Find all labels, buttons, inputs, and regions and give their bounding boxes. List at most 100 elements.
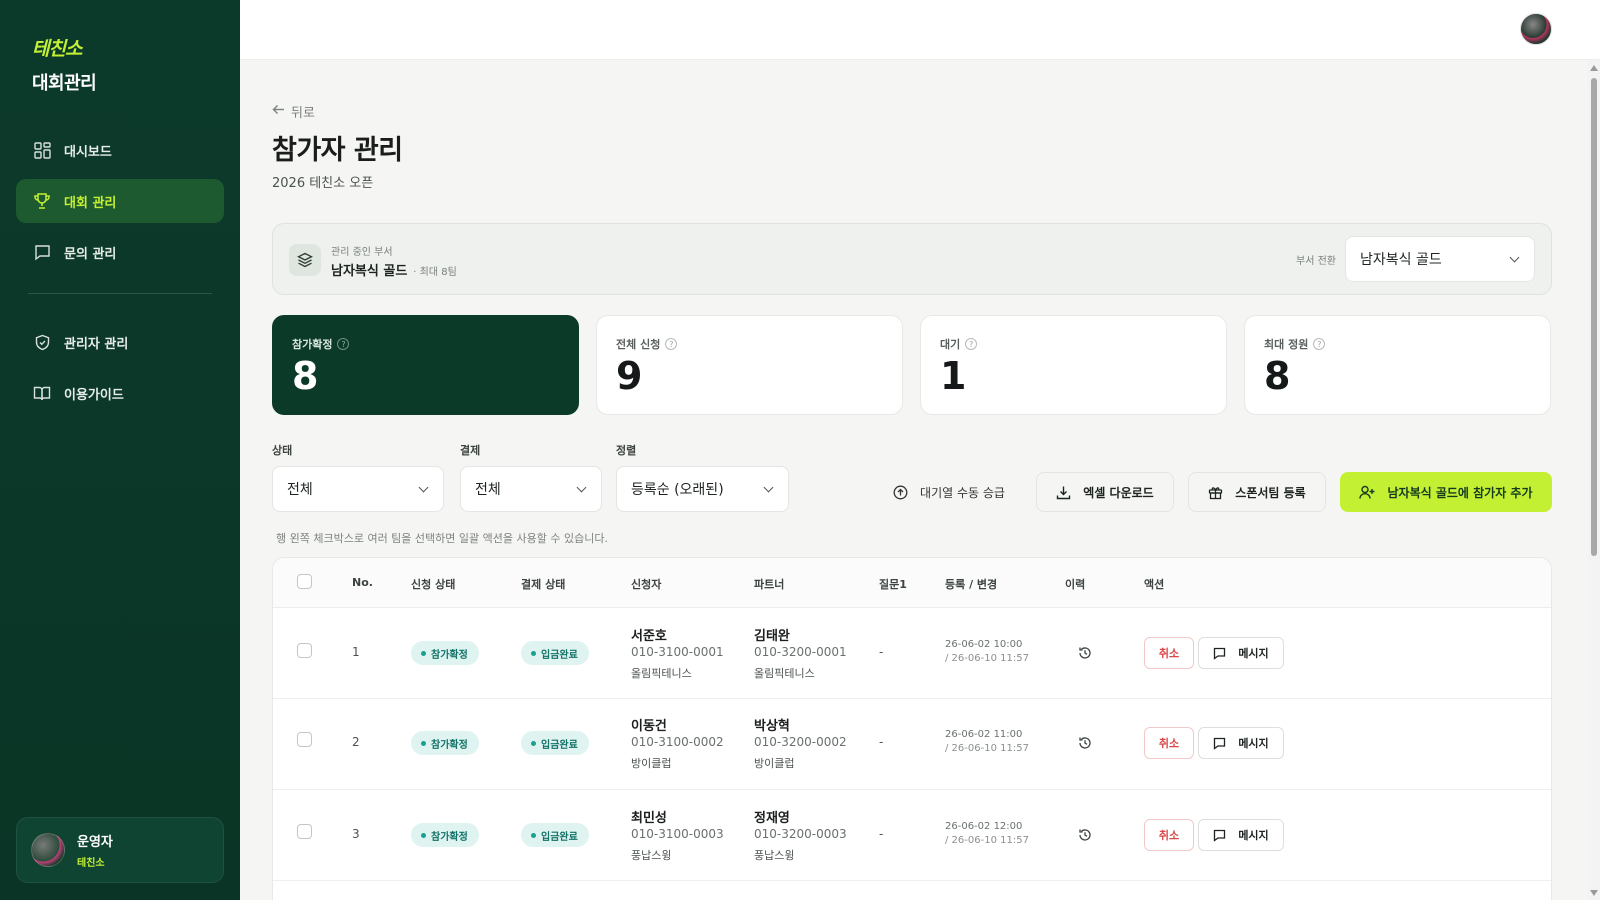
profile-avatar[interactable] — [1520, 13, 1552, 45]
cancel-button[interactable]: 취소 — [1144, 637, 1194, 669]
chevron-down-icon — [1509, 252, 1520, 263]
history-icon[interactable] — [1078, 645, 1092, 659]
cancel-button[interactable]: 취소 — [1144, 727, 1194, 759]
stat-confirmed: 참가확정? 8 — [272, 315, 579, 415]
payment-filter-select[interactable]: 전체 — [460, 466, 602, 512]
sidebar-item-label: 문의 관리 — [64, 246, 117, 262]
user-org: 테친소 — [77, 858, 105, 869]
stat-value: 8 — [1264, 354, 1291, 398]
chevron-down-icon — [418, 482, 429, 493]
column-header-history: 이력 — [1065, 578, 1086, 591]
row-no: 1 — [352, 645, 360, 659]
changed-date: / 26-06-10 11:57 — [945, 653, 1029, 664]
select-all-checkbox[interactable] — [297, 574, 312, 589]
status-dot — [421, 740, 426, 746]
message-button[interactable]: 메시지 — [1198, 727, 1284, 759]
excel-download-button[interactable]: 엑셀 다운로드 — [1036, 472, 1174, 512]
stat-label: 대기? — [940, 336, 1226, 352]
history-icon[interactable] — [1078, 735, 1092, 749]
book-icon — [32, 383, 52, 403]
page-title: 참가자 관리 — [272, 135, 403, 166]
help-icon[interactable]: ? — [665, 338, 678, 350]
department-switch-label: 부서 전환 — [1296, 256, 1336, 267]
sidebar-item-dashboard[interactable]: 대시보드 — [16, 128, 224, 172]
sidebar-item-tournament[interactable]: 대회 관리 — [16, 179, 224, 223]
stat-label: 참가확정? — [292, 336, 578, 352]
waitlist-promote-button[interactable]: 대기열 수동 승급 — [884, 472, 1014, 512]
stat-total: 전체 신청? 9 — [596, 315, 903, 415]
table-row: 3 참가확정 입금완료 최민성 010-3100-0003 풍납스윙 정재영 0… — [273, 790, 1551, 881]
partner-club: 방이클럽 — [754, 757, 795, 770]
row-checkbox[interactable] — [297, 643, 312, 658]
scrollbar[interactable] — [1588, 60, 1600, 900]
scroll-up-arrow-icon[interactable] — [1590, 65, 1598, 71]
column-header-actions: 액션 — [1144, 578, 1165, 591]
participants-table: No. 신청 상태 결제 상태 신청자 파트너 질문1 등록 / 변경 이력 액… — [272, 557, 1552, 900]
cancel-button[interactable]: 취소 — [1144, 819, 1194, 851]
help-icon[interactable]: ? — [337, 338, 350, 350]
chevron-down-icon — [576, 482, 587, 493]
stat-label-text: 대기 — [940, 338, 961, 351]
column-header-question1: 질문1 — [879, 578, 907, 591]
sidebar-item-label: 대회 관리 — [64, 195, 117, 211]
sidebar-item-inquiry[interactable]: 문의 관리 — [16, 230, 224, 274]
question1-answer: - — [879, 645, 884, 659]
question1-answer: - — [879, 827, 884, 841]
back-link[interactable]: 뒤로 — [272, 102, 315, 121]
status-badge-text: 참가확정 — [431, 831, 468, 843]
stat-label: 전체 신청? — [616, 336, 902, 352]
message-button[interactable]: 메시지 — [1198, 819, 1284, 851]
user-plus-icon — [1359, 485, 1375, 500]
shield-icon — [32, 332, 52, 352]
add-participant-label: 남자복식 골드에 참가자 추가 — [1387, 485, 1533, 500]
bulk-action-hint: 행 왼쪽 체크박스로 여러 팀을 선택하면 일괄 액션을 사용할 수 있습니다. — [276, 532, 608, 545]
user-card[interactable]: 운영자 테친소 — [16, 817, 224, 883]
applicant-name: 서준호 — [631, 629, 667, 644]
column-header-registered: 등록 / 변경 — [945, 578, 998, 591]
message-icon — [1213, 647, 1226, 660]
stat-label: 최대 정원? — [1264, 336, 1550, 352]
waitlist-promote-label: 대기열 수동 승급 — [920, 485, 1005, 500]
department-select[interactable]: 남자복식 골드 — [1345, 236, 1535, 282]
status-badge: 참가확정 — [411, 641, 479, 665]
sidebar-item-label: 이용가이드 — [64, 387, 124, 403]
partner-club: 풍납스윙 — [754, 849, 795, 862]
partner-phone: 010-3200-0003 — [754, 827, 847, 841]
add-participant-button[interactable]: 남자복식 골드에 참가자 추가 — [1340, 472, 1552, 512]
stat-capacity: 최대 정원? 8 — [1244, 315, 1551, 415]
message-button-label: 메시지 — [1238, 829, 1269, 842]
status-badge: 참가확정 — [411, 731, 479, 755]
nav-divider — [28, 293, 212, 294]
trophy-icon — [32, 191, 52, 211]
row-checkbox[interactable] — [297, 824, 312, 839]
registered-date: 26-06-02 12:00 — [945, 821, 1023, 832]
payment-badge: 입금완료 — [521, 823, 589, 847]
sort-select[interactable]: 등록순 (오래된) — [616, 466, 789, 512]
message-button[interactable]: 메시지 — [1198, 637, 1284, 669]
help-icon[interactable]: ? — [1313, 338, 1326, 350]
payment-filter-label: 결제 — [460, 444, 481, 457]
brand-title: 대회관리 — [32, 73, 97, 94]
department-label: 관리 중인 부서 — [331, 247, 393, 258]
topbar — [240, 0, 1600, 60]
sponsor-register-button[interactable]: 스폰서팀 등록 — [1188, 472, 1326, 512]
applicant-club: 올림픽테니스 — [631, 667, 692, 680]
sidebar-item-guide[interactable]: 이용가이드 — [16, 371, 224, 415]
partner-name: 김태완 — [754, 629, 790, 644]
message-button-label: 메시지 — [1238, 737, 1269, 750]
question1-answer: - — [879, 735, 884, 749]
scroll-thumb[interactable] — [1591, 78, 1597, 556]
row-no: 3 — [352, 827, 360, 841]
layers-icon — [289, 244, 321, 276]
brand[interactable]: 테친소 대회관리 — [32, 34, 97, 95]
help-icon[interactable]: ? — [965, 338, 978, 350]
user-name: 운영자 — [77, 835, 113, 850]
history-icon[interactable] — [1078, 827, 1092, 841]
applicant-club: 풍납스윙 — [631, 849, 672, 862]
sidebar-item-admin[interactable]: 관리자 관리 — [16, 320, 224, 364]
department-max: · 최대 8팀 — [413, 267, 457, 278]
row-checkbox[interactable] — [297, 732, 312, 747]
status-filter-select[interactable]: 전체 — [272, 466, 444, 512]
sponsor-register-label: 스폰서팀 등록 — [1235, 485, 1306, 500]
scroll-down-arrow-icon[interactable] — [1590, 890, 1598, 896]
